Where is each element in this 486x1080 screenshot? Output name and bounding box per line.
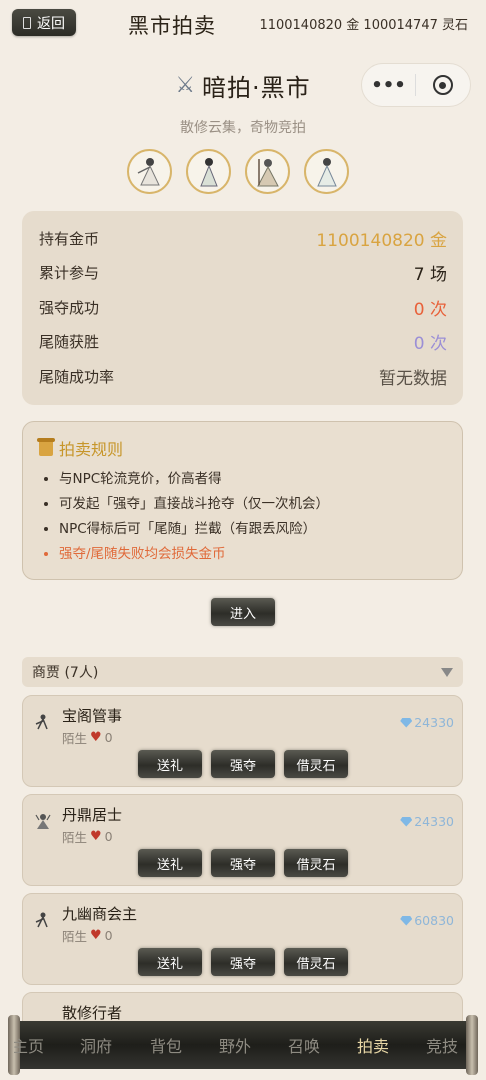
merchant-gem-value: 60830 xyxy=(400,913,454,928)
merchant-relation: 陌生 ♥ 0 xyxy=(62,827,113,846)
merchant-name: 丹鼎居士 xyxy=(62,806,123,824)
merchant-gem-value: 24330 xyxy=(400,715,454,730)
gem-amount: 24330 xyxy=(414,814,454,829)
borrow-spirit-stone-button[interactable]: 借灵石 xyxy=(284,948,348,976)
stat-row-gold: 持有金币 1100140820 金 xyxy=(39,221,447,256)
heart-icon: ♥ xyxy=(90,730,102,745)
merchant-actions: 送礼 强夺 借灵石 xyxy=(138,948,348,976)
rules-title-row: 拍卖规则 xyxy=(37,436,446,460)
merchant-figure-icon xyxy=(35,714,48,730)
crossed-swords-icon: ⚔ xyxy=(175,73,197,98)
back-icon xyxy=(23,16,31,29)
avatar[interactable] xyxy=(245,149,290,194)
nav-item-home[interactable]: 主页 xyxy=(14,1033,80,1057)
nav-item-arena[interactable]: 竞技 xyxy=(426,1033,458,1057)
stat-label: 累计参与 xyxy=(39,264,100,283)
merchant-card: 丹鼎居士 陌生 ♥ 0 24330 送礼 强夺 借灵石 xyxy=(22,794,463,886)
hero-title-row: ⚔ 暗拍·黑市 xyxy=(0,68,486,103)
relation-label: 陌生 xyxy=(62,929,88,944)
stat-value: 7 场 xyxy=(413,265,447,286)
relation-label: 陌生 xyxy=(62,731,88,746)
merchant-figure-icon xyxy=(35,912,48,928)
rules-panel: 拍卖规则 与NPC轮流竞价，价高者得 可发起「强夺」直接战斗抢夺（仅一次机会） … xyxy=(22,421,463,580)
stat-value: 0 次 xyxy=(413,299,447,320)
merchant-relation: 陌生 ♥ 0 xyxy=(62,926,113,945)
nav-item-cave[interactable]: 洞府 xyxy=(80,1033,150,1057)
stat-label: 强夺成功 xyxy=(39,298,100,317)
back-label: 返回 xyxy=(37,15,65,32)
diamond-icon xyxy=(400,816,413,827)
rule-item: 可发起「强夺」直接战斗抢夺（仅一次机会） xyxy=(59,492,446,517)
merchant-gem-value: 24330 xyxy=(400,814,454,829)
heart-icon: ♥ xyxy=(90,829,102,844)
merchant-name: 九幽商会主 xyxy=(62,905,138,923)
gift-button[interactable]: 送礼 xyxy=(138,849,202,877)
merchant-card: 宝阁管事 陌生 ♥ 0 24330 送礼 强夺 借灵石 xyxy=(22,695,463,787)
stat-row-participation: 累计参与 7 场 xyxy=(39,256,447,291)
heart-icon: ♥ xyxy=(90,928,102,943)
diamond-icon xyxy=(400,915,413,926)
rules-title: 拍卖规则 xyxy=(59,440,124,459)
gift-button[interactable]: 送礼 xyxy=(138,948,202,976)
stat-value: 1100140820 金 xyxy=(316,230,447,251)
stat-label: 尾随获胜 xyxy=(39,333,100,352)
gem-amount: 24330 xyxy=(414,715,454,730)
affection-value: 0 xyxy=(104,829,113,844)
avatar[interactable] xyxy=(186,149,231,194)
merchant-actions: 送礼 强夺 借灵石 xyxy=(138,849,348,877)
rule-item-warning: 强夺/尾随失败均会损失金币 xyxy=(59,542,446,567)
diamond-icon xyxy=(400,717,413,728)
back-button[interactable]: 返回 xyxy=(12,9,76,36)
stat-row-rob-success: 强夺成功 0 次 xyxy=(39,290,447,325)
stats-panel: 持有金币 1100140820 金 累计参与 7 场 强夺成功 0 次 尾随获胜… xyxy=(22,211,463,405)
rob-button[interactable]: 强夺 xyxy=(211,948,275,976)
stat-value: 0 次 xyxy=(413,334,447,355)
rule-item: NPC得标后可「尾随」拦截（有跟丢风险） xyxy=(59,517,446,542)
affection-value: 0 xyxy=(104,730,113,745)
merchant-card: 九幽商会主 陌生 ♥ 0 60830 送礼 强夺 借灵石 xyxy=(22,893,463,985)
borrow-spirit-stone-button[interactable]: 借灵石 xyxy=(284,849,348,877)
stat-value: 暂无数据 xyxy=(379,368,447,389)
bottom-nav: 主页 洞府 背包 野外 召唤 拍卖 竞技 xyxy=(8,1015,478,1075)
page-title: 黑市拍卖 xyxy=(128,14,216,38)
avatar-row xyxy=(127,149,349,194)
merchant-name: 宝阁管事 xyxy=(62,707,123,725)
merchant-relation: 陌生 ♥ 0 xyxy=(62,728,113,747)
rob-button[interactable]: 强夺 xyxy=(211,750,275,778)
stat-label: 尾随成功率 xyxy=(39,367,115,386)
avatar[interactable] xyxy=(304,149,349,194)
affection-value: 0 xyxy=(104,928,113,943)
rule-item: 与NPC轮流竞价，价高者得 xyxy=(59,467,446,492)
section-title: 商贾 (7人) xyxy=(32,665,99,681)
merchant-figure-icon xyxy=(35,814,51,829)
stat-row-follow-rate: 尾随成功率 暂无数据 xyxy=(39,359,447,394)
currency-display: 1100140820 金 100014747 灵石 xyxy=(259,18,468,33)
stat-row-follow-wins: 尾随获胜 0 次 xyxy=(39,325,447,360)
borrow-spirit-stone-button[interactable]: 借灵石 xyxy=(284,750,348,778)
scroll-icon xyxy=(37,438,55,456)
enter-button[interactable]: 进入 xyxy=(211,598,275,626)
merchants-section-header[interactable]: 商贾 (7人) xyxy=(22,657,463,687)
nav-item-bag[interactable]: 背包 xyxy=(150,1033,219,1057)
nav-item-wild[interactable]: 野外 xyxy=(219,1033,288,1057)
merchant-actions: 送礼 强夺 借灵石 xyxy=(138,750,348,778)
hero-title: 暗拍·黑市 xyxy=(202,74,311,102)
nav-items: 主页 洞府 背包 野外 召唤 拍卖 竞技 xyxy=(14,1021,472,1069)
stat-label: 持有金币 xyxy=(39,229,100,248)
nav-item-summon[interactable]: 召唤 xyxy=(288,1033,357,1057)
gem-amount: 60830 xyxy=(414,913,454,928)
rob-button[interactable]: 强夺 xyxy=(211,849,275,877)
collapse-triangle-icon xyxy=(441,667,453,677)
top-bar: 返回 黑市拍卖 1100140820 金 100014747 灵石 xyxy=(0,0,486,46)
hero-subtitle: 散修云集，奇物竞拍 xyxy=(180,120,306,136)
hero: ⚔ 暗拍·黑市 散修云集，奇物竞拍 xyxy=(0,68,486,137)
rules-list: 与NPC轮流竞价，价高者得 可发起「强夺」直接战斗抢夺（仅一次机会） NPC得标… xyxy=(39,467,446,567)
relation-label: 陌生 xyxy=(62,830,88,845)
nav-item-auction[interactable]: 拍卖 xyxy=(357,1033,426,1057)
avatar[interactable] xyxy=(127,149,172,194)
gift-button[interactable]: 送礼 xyxy=(138,750,202,778)
